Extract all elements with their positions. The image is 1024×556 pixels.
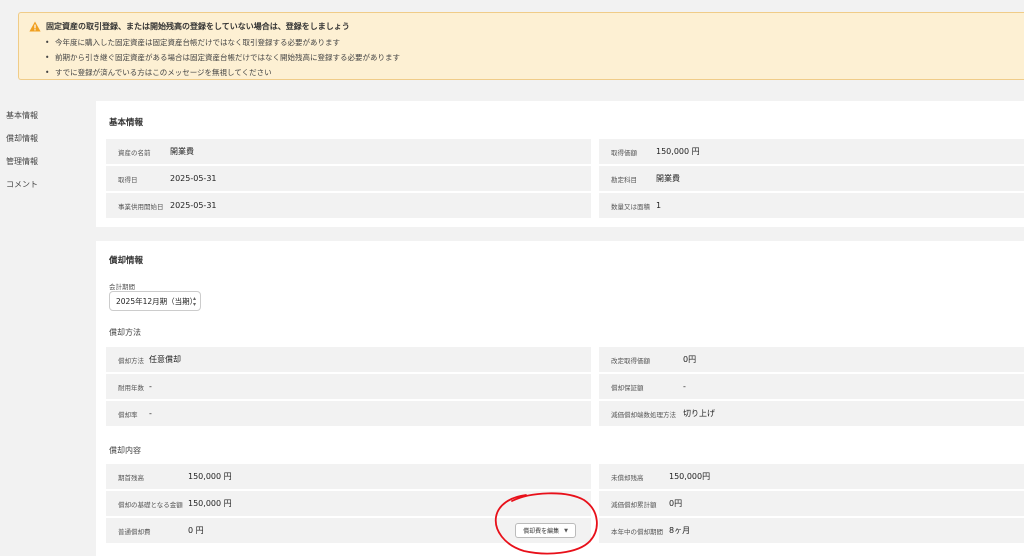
field-label: 減価償却累計額	[611, 500, 657, 509]
field-label: 期首残高	[118, 473, 144, 482]
nav-item-management-info[interactable]: 管理情報	[0, 152, 90, 175]
field-label: 償却保証額	[611, 383, 644, 392]
field-label: 償却率	[118, 410, 138, 419]
field-label: 勘定科目	[611, 175, 637, 184]
field-label: 償却の基礎となる金額	[118, 500, 183, 509]
field-value: -	[149, 382, 152, 391]
field-value: 開業費	[656, 174, 680, 183]
field-row: 償却率 -	[106, 401, 591, 426]
section-nav: 基本情報 償却情報 管理情報 コメント	[0, 106, 90, 198]
field-row: 事業供用開始日 2025-05-31	[106, 193, 591, 218]
field-row: 取得価額 150,000 円	[599, 139, 1024, 164]
field-label: 本年中の償却期間	[611, 527, 663, 536]
field-value: 0円	[683, 355, 697, 364]
field-row: 取得日 2025-05-31	[106, 166, 591, 191]
field-row: 期首残高 150,000 円	[106, 464, 591, 489]
period-select[interactable]: 2025年12月期（当期） ▴ ▾	[109, 291, 201, 311]
warning-icon	[29, 21, 41, 32]
field-row: 資産の名前 開業費	[106, 139, 591, 164]
field-label: 取得価額	[611, 148, 637, 157]
nav-item-depreciation-info[interactable]: 償却情報	[0, 129, 90, 152]
field-value: 任意償却	[149, 355, 181, 364]
warning-item: 今年度に購入した固定資産は固定資産台帳だけではなく取引登録する必要があります	[45, 35, 400, 50]
field-label: 償却方法	[118, 356, 144, 365]
field-value: 150,000円	[669, 472, 711, 481]
basic-info-title: 基本情報	[109, 118, 144, 128]
field-label: 普通償却費	[118, 527, 151, 536]
field-label: 資産の名前	[118, 148, 151, 157]
field-value: 2025-05-31	[170, 201, 217, 210]
select-arrows-icon: ▴ ▾	[192, 295, 196, 308]
field-value: 0 円	[188, 526, 204, 535]
field-value: 150,000 円	[656, 147, 700, 156]
field-row: 改定取得価額 0円	[599, 347, 1024, 372]
field-value: 150,000 円	[188, 472, 232, 481]
field-row: 償却の基礎となる金額 150,000 円	[106, 491, 591, 516]
field-value: 切り上げ	[683, 409, 715, 418]
nav-item-comment[interactable]: コメント	[0, 175, 90, 198]
warning-item: すでに登録が済んでいる方はこのメッセージを無視してください	[45, 65, 400, 80]
field-label: 改定取得価額	[611, 356, 650, 365]
edit-depreciation-button[interactable]: 償却費を編集 ▼	[515, 523, 576, 538]
field-value: 8ヶ月	[669, 526, 691, 535]
field-value: 2025-05-31	[170, 174, 217, 183]
depreciation-info-panel: 償却情報 会計期間 2025年12月期（当期） ▴ ▾ 償却方法 償却方法 任意償…	[96, 241, 1024, 556]
field-value: 150,000 円	[188, 499, 232, 508]
field-label: 未償却残高	[611, 473, 644, 482]
nav-item-basic-info[interactable]: 基本情報	[0, 106, 90, 129]
field-row: 数量又は面積 1	[599, 193, 1024, 218]
field-label: 耐用年数	[118, 383, 144, 392]
warning-title: 固定資産の取引登録、または開始残高の登録をしていない場合は、登録をしましょう	[46, 22, 350, 31]
field-label: 事業供用開始日	[118, 202, 164, 211]
warning-banner: 固定資産の取引登録、または開始残高の登録をしていない場合は、登録をしましょう 今…	[18, 12, 1024, 80]
field-value: -	[149, 409, 152, 418]
period-label: 会計期間	[109, 283, 135, 291]
field-row: 減価償却端数処理方法 切り上げ	[599, 401, 1024, 426]
period-select-value: 2025年12月期（当期）	[116, 296, 198, 306]
field-value: -	[683, 382, 686, 391]
field-label: 取得日	[118, 175, 138, 184]
basic-info-panel: 基本情報 資産の名前 開業費 取得日 2025-05-31 事業供用開始日 20…	[96, 101, 1024, 227]
field-row: 減価償却累計額 0円	[599, 491, 1024, 516]
method-title: 償却方法	[109, 328, 141, 337]
warning-item: 前期から引き継ぐ固定資産がある場合は固定資産台帳だけではなく開始残高に登録する必…	[45, 50, 400, 65]
content-title: 償却内容	[109, 446, 141, 455]
warning-list: 今年度に購入した固定資産は固定資産台帳だけではなく取引登録する必要があります 前…	[45, 35, 400, 80]
field-row: 未償却残高 150,000円	[599, 464, 1024, 489]
field-row: 勘定科目 開業費	[599, 166, 1024, 191]
edit-depreciation-label: 償却費を編集	[523, 528, 560, 535]
field-row: 耐用年数 -	[106, 374, 591, 399]
field-row: 償却方法 任意償却	[106, 347, 591, 372]
field-value: 開業費	[170, 147, 194, 156]
field-label: 数量又は面積	[611, 202, 650, 211]
field-row: 償却保証額 -	[599, 374, 1024, 399]
field-row: 本年中の償却期間 8ヶ月	[599, 518, 1024, 543]
field-label: 減価償却端数処理方法	[611, 410, 676, 419]
field-value: 1	[656, 201, 662, 210]
chevron-down-icon: ▼	[564, 527, 568, 534]
field-value: 0円	[669, 499, 683, 508]
depreciation-info-title: 償却情報	[109, 256, 144, 266]
